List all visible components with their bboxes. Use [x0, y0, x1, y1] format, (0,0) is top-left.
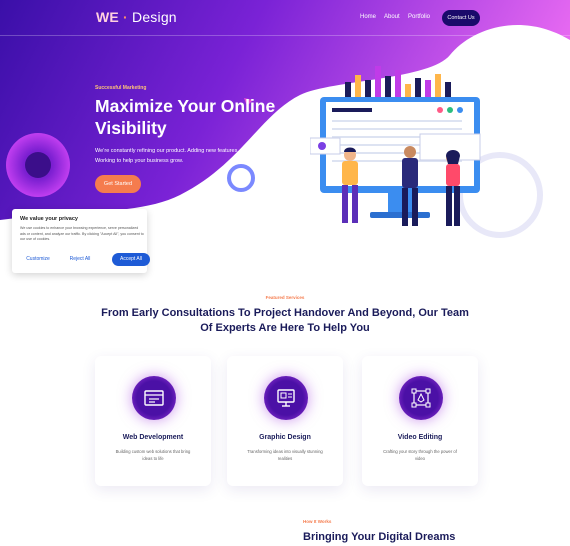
nav-about[interactable]: About — [384, 14, 400, 20]
services-eyebrow: Featured Services — [265, 295, 305, 300]
service-card-graphic-design[interactable]: Graphic Design Transforming ideas into v… — [227, 356, 343, 486]
accept-all-button[interactable]: Accept All — [112, 253, 150, 266]
design-monitor-icon — [264, 376, 308, 420]
service-desc: Transforming ideas into visually stunnin… — [247, 449, 323, 461]
get-started-button[interactable]: Get Started — [95, 175, 141, 193]
customize-button[interactable]: Customize — [23, 253, 53, 266]
how-eyebrow: How It Works — [303, 519, 332, 524]
logo-dot: · — [123, 9, 128, 25]
privacy-title: We value your privacy — [20, 216, 78, 222]
hero-title: Maximize Your Online Visibility — [95, 96, 276, 138]
service-title: Graphic Design — [259, 434, 311, 441]
brand-logo[interactable]: WE · Design — [96, 9, 177, 25]
logo-design: Design — [132, 9, 177, 25]
service-card-web-development[interactable]: Web Development Building custom web solu… — [95, 356, 211, 486]
nav-portfolio[interactable]: Portfolio — [408, 14, 430, 20]
service-title: Web Development — [122, 434, 184, 441]
nav-home[interactable]: Home — [360, 14, 376, 20]
hero-eyebrow: Successful Marketing — [95, 85, 147, 91]
bar-chart-illustration — [345, 66, 451, 97]
contact-us-button[interactable]: Contact Us — [442, 10, 480, 26]
services-title: From Early Consultations To Project Hand… — [101, 307, 469, 334]
vector-pen-icon — [399, 376, 443, 420]
privacy-banner: We value your privacy We use cookies to … — [12, 209, 150, 273]
service-desc: Crafting your story through the power of… — [383, 449, 457, 461]
browser-code-icon — [132, 376, 176, 420]
service-card-video-editing[interactable]: Video Editing Crafting your story throug… — [362, 356, 478, 486]
service-desc: Building custom web solutions that bring… — [115, 449, 191, 461]
hero-illustration — [310, 66, 481, 226]
service-title: Video Editing — [397, 434, 443, 441]
logo-we: WE — [96, 9, 119, 25]
privacy-body: We use cookies to enhance your browsing … — [20, 226, 144, 241]
reject-all-button[interactable]: Reject All — [65, 253, 95, 266]
hero-subtitle: We’re constantly refining our product. A… — [95, 148, 239, 164]
top-navigation: WE · Design Home About Portfolio Contact… — [0, 0, 570, 36]
landing-page: WE · Design Home About Portfolio Contact… — [0, 0, 570, 546]
how-title: Bringing Your Digital Dreams — [303, 531, 456, 543]
